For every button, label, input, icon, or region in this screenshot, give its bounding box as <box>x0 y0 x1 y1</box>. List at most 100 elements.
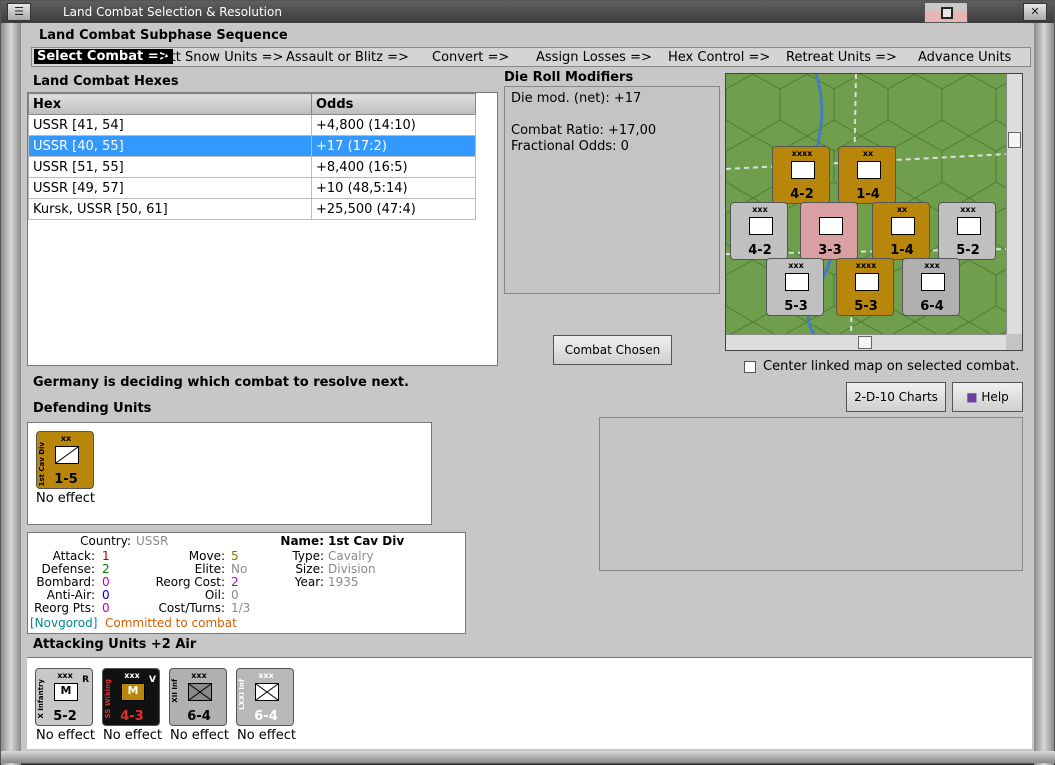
attacking-result: No effect <box>36 728 96 743</box>
unit-symbol-icon <box>785 273 809 291</box>
unit-symbol-icon <box>819 217 843 235</box>
map-unit[interactable]: 3-3 <box>800 202 858 260</box>
attacking-unit[interactable]: xxx LXXI Inf 6-4 <box>236 668 294 726</box>
help-label: Help <box>981 390 1009 404</box>
unit-strength: 5-2 <box>956 243 980 258</box>
map-unit[interactable]: xxxx 4-2 <box>772 146 830 204</box>
unit-symbol-icon <box>855 273 879 291</box>
attacking-unit[interactable]: xxx X Infantry M R 5-2 <box>35 668 93 726</box>
unit-strength: 1-5 <box>54 472 78 487</box>
unit-status-icon <box>37 668 43 669</box>
unit-strength: 4-3 <box>120 709 144 724</box>
infantry-symbol-icon <box>188 683 212 701</box>
unit-strength: 5-2 <box>53 709 77 724</box>
table-row[interactable]: USSR [41, 54] +4,800 (14:10) <box>28 114 476 136</box>
unit-symbol-icon <box>921 273 945 291</box>
drm-ratio: Combat Ratio: +17,00 <box>511 123 657 138</box>
unit-badge: R <box>82 675 89 685</box>
help-button[interactable]: ■ Help <box>952 382 1023 412</box>
reorg-pts-value: 0 <box>102 601 110 615</box>
unit-size: xxx <box>924 261 940 270</box>
attacking-unit[interactable]: xxx XII Inf 6-4 <box>169 668 227 726</box>
drm-blank <box>511 107 713 123</box>
attacking-unit[interactable]: xxx SS Wiking M V 4-3 <box>102 668 160 726</box>
step-hex-control: Hex Control => <box>668 50 771 65</box>
map-unit[interactable]: xxx 4-2 <box>730 202 788 260</box>
map-unit[interactable]: xx 1-4 <box>872 202 930 260</box>
scroll-thumb[interactable] <box>858 336 872 349</box>
combat-chosen-button[interactable]: Combat Chosen <box>553 335 672 365</box>
unit-strength: 5-3 <box>784 299 808 314</box>
unit-strength: 1-4 <box>856 187 880 202</box>
unit-symbol-icon <box>791 161 815 179</box>
table-row[interactable]: USSR [51, 55] +8,400 (16:5) <box>28 156 476 178</box>
column-odds[interactable]: Odds <box>311 93 476 115</box>
attacking-title: Attacking Units +2 Air <box>33 637 197 652</box>
odds-cell: +25,500 (47:4) <box>311 198 476 220</box>
step-select-combat: Select Combat => <box>34 49 173 64</box>
country-value: USSR <box>136 534 169 548</box>
unit-strength: 6-4 <box>254 709 278 724</box>
hexes-title: Land Combat Hexes <box>33 74 179 89</box>
scroll-corner <box>1006 334 1022 350</box>
scroll-thumb[interactable] <box>1008 132 1021 148</box>
year-value: 1935 <box>328 575 359 589</box>
status-message: Germany is deciding which combat to reso… <box>33 375 409 390</box>
subphase-sequence: Select Combat => Att Snow Units => Assau… <box>31 47 1031 67</box>
attacking-result: No effect <box>237 728 297 743</box>
column-hex[interactable]: Hex <box>28 93 312 115</box>
step-advance: Advance Units <box>918 50 1012 65</box>
hex-cell: USSR [40, 55] <box>28 135 312 157</box>
hexes-list: Hex Odds USSR [41, 54] +4,800 (14:10) USS… <box>27 92 498 366</box>
system-menu-button[interactable]: ☰ <box>7 3 31 21</box>
unit-size: xxxx <box>791 149 813 158</box>
unit-strength: 6-4 <box>920 299 944 314</box>
cavalry-symbol-icon <box>55 446 79 464</box>
odds-cell: +8,400 (16:5) <box>311 156 476 178</box>
hex-cell: Kursk, USSR [50, 61] <box>28 198 312 220</box>
odds-cell: +10 (48,5:14) <box>311 177 476 199</box>
step-att-snow: Att Snow Units => <box>162 50 284 65</box>
combat-results-panel <box>599 417 1023 571</box>
window-title: Land Combat Selection & Resolution <box>63 5 282 19</box>
name-value: 1st Cav Div <box>328 534 405 548</box>
unit-strength: 1-4 <box>890 243 914 258</box>
map-unit[interactable]: xx 1-4 <box>838 146 896 204</box>
step-assault-blitz: Assault or Blitz => <box>286 50 409 65</box>
bottom-frame <box>1 751 1055 763</box>
unit-strength: 3-3 <box>818 243 842 258</box>
center-map-checkbox[interactable] <box>744 361 756 373</box>
unit-size: xxxx <box>855 261 877 270</box>
map-unit[interactable]: xxx 5-2 <box>938 202 996 260</box>
unit-size: xxx <box>752 205 768 214</box>
unit-status-icon <box>171 668 177 669</box>
cost-turns-label: Cost/Turns: <box>158 601 225 615</box>
close-button[interactable]: ✕ <box>1023 3 1047 21</box>
map-vertical-scrollbar[interactable] <box>1006 74 1022 336</box>
unit-strength: 6-4 <box>187 709 211 724</box>
map-unit[interactable]: xxx 5-3 <box>766 258 824 316</box>
table-row[interactable]: Kursk, USSR [50, 61] +25,500 (47:4) <box>28 198 476 220</box>
charts-button[interactable]: 2-D-10 Charts <box>846 382 946 412</box>
step-convert: Convert => <box>432 50 510 65</box>
linked-map[interactable]: xxxx 4-2 xx 1-4 xxx 4-2 3-3 xx 1-4 xxx 5… <box>725 73 1023 351</box>
reorg-pts-label: Reorg Pts: <box>34 601 95 615</box>
odds-cell: +17 (17:2) <box>311 135 476 157</box>
odds-cell: +4,800 (14:10) <box>311 114 476 136</box>
country-label: Country: <box>80 534 131 548</box>
subphase-title: Land Combat Subphase Sequence <box>39 28 288 43</box>
book-icon: ■ <box>966 390 978 404</box>
unit-size: xx <box>896 205 908 214</box>
table-row-selected[interactable]: USSR [40, 55] +17 (17:2) <box>28 135 476 157</box>
map-unit[interactable]: xxxx 5-3 <box>836 258 894 316</box>
map-horizontal-scrollbar[interactable] <box>726 334 1008 350</box>
hex-cell: USSR [49, 57] <box>28 177 312 199</box>
defending-unit[interactable]: xx 1st Cav Div 1-5 <box>36 431 94 489</box>
drm-panel: Die mod. (net): +17 Combat Ratio: +17,00… <box>504 86 720 294</box>
unit-state: Committed to combat <box>105 616 237 630</box>
unit-symbol-icon <box>749 217 773 235</box>
map-unit[interactable]: xxx 6-4 <box>902 258 960 316</box>
unit-symbol-icon <box>891 217 915 235</box>
table-row[interactable]: USSR [49, 57] +10 (48,5:14) <box>28 177 476 199</box>
hexes-table: Hex Odds USSR [41, 54] +4,800 (14:10) USS… <box>28 93 476 220</box>
